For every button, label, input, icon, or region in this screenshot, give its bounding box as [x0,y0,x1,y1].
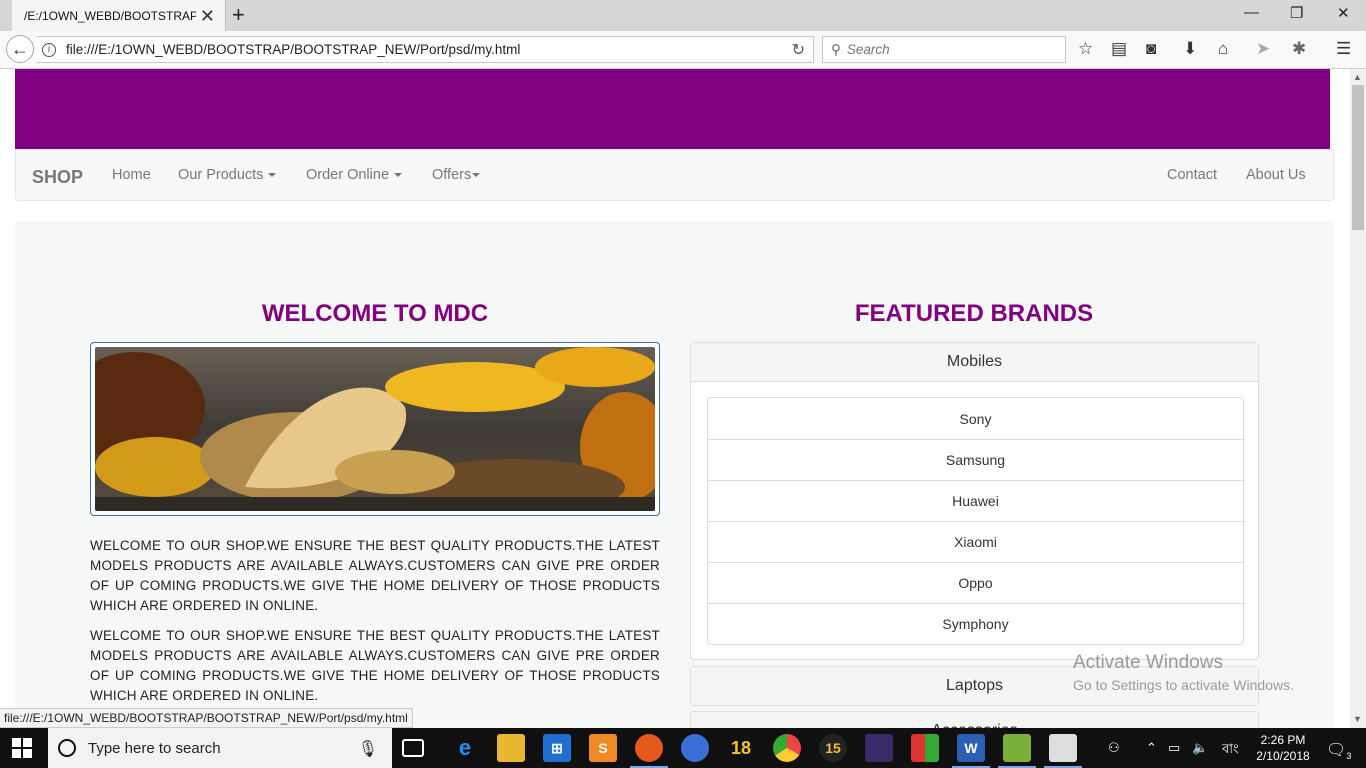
clock-date: 2/10/2018 [1256,749,1310,763]
nav-order-online[interactable]: Order Online [306,167,403,183]
battery-icon[interactable]: ▭ [1168,740,1180,756]
url-bar[interactable]: i file:///E:/1OWN_WEBD/BOOTSTRAP/BOOTSTR… [36,36,814,63]
welcome-heading: WELCOME TO MDC [261,300,489,327]
reload-icon[interactable]: ↻ [792,40,805,60]
nav-order-online-label: Order Online [306,167,390,183]
scroll-thumb[interactable] [1352,85,1364,230]
nav-our-products[interactable]: Our Products [178,167,277,183]
site-banner [15,69,1330,149]
app-icon[interactable] [1003,734,1031,762]
windows-start-icon[interactable] [12,738,32,758]
welcome-paragraph-2: WELCOME TO OUR SHOP.WE ENSURE THE BEST Q… [90,628,660,703]
file-explorer-icon[interactable] [497,734,525,762]
page-scrollbar[interactable]: ▲ ▼ [1350,69,1366,728]
mobiles-brand-list: Sony Samsung Huawei Xiaomi Oppo Symphony [707,397,1244,645]
chrome-icon[interactable] [773,734,801,762]
edge-icon[interactable]: e [451,734,479,762]
volume-icon[interactable]: 🔈 [1192,740,1208,756]
featured-brands-heading: FEATURED BRANDS [854,300,1094,327]
autumn-leaves-image [95,347,655,511]
people-icon[interactable]: ⚇ [1108,740,1120,756]
list-item[interactable]: Samsung [708,439,1243,480]
panel-accessories-header[interactable]: Accessories [691,712,1258,728]
minimize-icon[interactable]: — [1244,4,1259,21]
store-icon[interactable]: ⊞ [543,734,571,762]
list-item[interactable]: Xiaomi [708,521,1243,562]
site-brand[interactable]: SHOP [32,167,83,188]
notification-count: 3 [1346,751,1352,762]
status-bar-url: file:///E:/1OWN_WEBD/BOOTSTRAP/BOOTSTRAP… [0,708,413,728]
task-view-icon[interactable] [402,739,424,757]
pocket-icon[interactable]: ◙ [1146,39,1156,59]
menu-hamburger-icon[interactable]: ☰ [1336,39,1351,59]
tab-title: /E:/1OWN_WEBD/BOOTSTRAP/E [24,8,196,23]
clock-time: 2:26 PM [1260,733,1306,747]
list-item[interactable]: Oppo [708,562,1243,603]
browser-toolbar: ← i file:///E:/1OWN_WEBD/BOOTSTRAP/BOOTS… [0,31,1366,69]
app-icon[interactable] [911,734,939,762]
activation-watermark-title: Activate Windows [1073,652,1223,673]
search-icon: ⚲ [831,41,841,57]
sublime-icon[interactable]: S [589,734,617,762]
tray-chevron-icon[interactable]: ⌃ [1146,740,1157,756]
close-tab-icon[interactable]: ✕ [200,6,215,27]
back-arrow-icon[interactable]: ← [6,35,34,63]
welcome-paragraph-1: WELCOME TO OUR SHOP.WE ENSURE THE BEST Q… [90,538,660,613]
send-icon[interactable]: ➤ [1256,39,1270,59]
nav-offers[interactable]: Offers [432,167,481,183]
panel-accessories: Accessories [690,711,1259,728]
app-icon[interactable] [681,734,709,762]
panel-mobiles-header[interactable]: Mobiles [691,343,1258,382]
nav-our-products-label: Our Products [178,167,264,183]
page-viewport: SHOP Home Our Products Order Online Offe… [0,69,1350,728]
photos-icon[interactable] [1049,734,1077,762]
language-indicator[interactable]: বাং [1222,740,1239,761]
app-18-icon[interactable]: 18 [727,734,755,762]
download-icon[interactable]: ⬇ [1183,39,1197,59]
notification-icon[interactable]: 🗨3 [1326,740,1351,761]
firefox-icon[interactable] [635,734,663,762]
new-tab-icon[interactable]: + [232,2,245,28]
taskbar-search-input[interactable]: Type here to search 🎙 [48,728,392,768]
welcome-image [90,342,660,516]
nav-about-us[interactable]: About Us [1246,167,1306,183]
nav-offers-label: Offers [432,167,472,183]
home-icon[interactable]: ⌂ [1218,39,1228,59]
close-window-icon[interactable]: ✕ [1337,4,1350,22]
nav-contact[interactable]: Contact [1167,167,1217,183]
taskbar-clock[interactable]: 2:26 PM 2/10/2018 [1252,732,1314,764]
browser-tab[interactable]: /E:/1OWN_WEBD/BOOTSTRAP/E ✕ [12,0,226,31]
list-item[interactable]: Huawei [708,480,1243,521]
caret-down-icon [394,173,403,178]
browser-tabbar: /E:/1OWN_WEBD/BOOTSTRAP/E ✕ + — ❐ ✕ [0,0,1366,31]
site-navbar: SHOP Home Our Products Order Online Offe… [15,149,1334,201]
list-item[interactable]: Symphony [708,603,1243,644]
windows-taskbar: Type here to search 🎙 e ⊞ S 18 15 W ⚇ ⌃ … [0,728,1366,768]
reader-list-icon[interactable]: ▤ [1111,39,1127,59]
info-icon[interactable]: i [42,42,56,57]
addon-icon[interactable]: ✱ [1292,39,1306,59]
search-placeholder: Search [846,42,890,57]
scroll-down-icon[interactable]: ▼ [1353,714,1362,724]
leaves-illustration [95,347,655,511]
activation-watermark-text: Go to Settings to activate Windows. [1073,677,1294,693]
panel-mobiles: Mobiles Sony Samsung Huawei Xiaomi Oppo … [690,342,1259,660]
caret-down-icon [268,173,277,178]
app-icon[interactable] [865,734,893,762]
microphone-icon[interactable]: 🎙 [358,739,378,759]
list-item[interactable]: Sony [708,398,1243,439]
restore-icon[interactable]: ❐ [1290,4,1303,22]
nav-home[interactable]: Home [112,167,151,183]
cortana-icon [58,739,76,757]
url-text: file:///E:/1OWN_WEBD/BOOTSTRAP/BOOTSTRAP… [66,42,521,57]
app-15-icon[interactable]: 15 [819,734,847,762]
scroll-up-icon[interactable]: ▲ [1353,72,1362,82]
search-input[interactable]: ⚲ Search [822,36,1066,63]
word-icon[interactable]: W [957,734,985,762]
caret-down-icon [472,173,481,178]
taskbar-search-placeholder: Type here to search [88,739,221,757]
bookmark-star-icon[interactable]: ☆ [1078,39,1093,59]
